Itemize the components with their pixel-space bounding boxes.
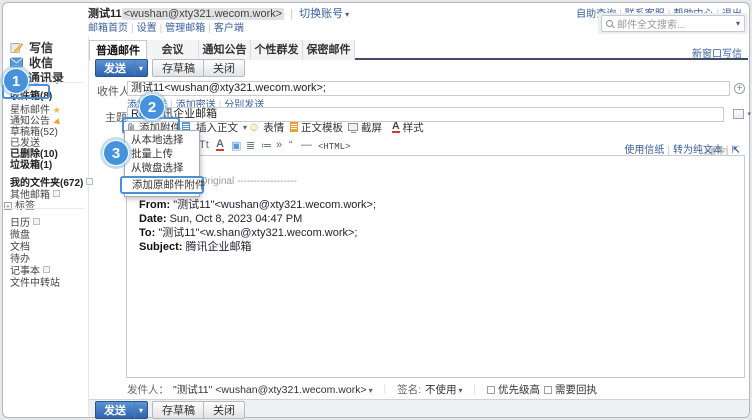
compose-tabbar: 普通邮件 会议 通知公告 个性群发 保密邮件 (89, 40, 748, 60)
menu-item-original-attachments[interactable]: 添加原邮件附件 (120, 176, 204, 194)
screenshot-button[interactable]: 截屏 (348, 120, 382, 134)
screen-capture-icon (348, 123, 358, 131)
menu-item-from-drive[interactable]: 从微盘选择 (125, 161, 199, 175)
sidebar-folder-junk[interactable]: 垃圾箱(1) (10, 156, 52, 171)
notes-manage-icon (43, 266, 50, 273)
folder-manage-icon (86, 178, 93, 185)
insert-body-button[interactable]: 插入正文 (196, 120, 247, 134)
mailbox-manage-icon (53, 190, 60, 197)
sidebar-app-file-transfer[interactable]: 文件中转站 (10, 274, 60, 289)
priority-option[interactable]: 优先级高 (487, 382, 540, 397)
calendar-manage-icon (33, 218, 40, 225)
to-label: 收件人 (97, 83, 130, 99)
close-button-bottom[interactable]: 关闭 (203, 401, 245, 419)
sidebar-tags[interactable]: +标签 (4, 197, 35, 212)
receipt-checkbox[interactable] (544, 386, 552, 394)
send-dropdown-icon[interactable] (134, 60, 147, 76)
nav-home-link[interactable]: 邮箱首页 (88, 23, 128, 34)
quote-to-line: To: "测试11"<w.shan@xty321.wecom.work>; (139, 226, 376, 240)
to-input[interactable]: 测试11<wushan@xty321.wecom.work>; (127, 81, 730, 96)
stationery-picker-icon[interactable] (733, 109, 744, 119)
tab-confidential-mail[interactable]: 保密邮件 (303, 40, 355, 60)
nav-client-link[interactable]: 客户端 (214, 23, 244, 34)
send-dropdown-icon-bottom[interactable] (134, 402, 147, 418)
add-contact-icon[interactable]: + (734, 83, 745, 94)
editor-links: 使用信纸|转为纯文本|⇱ (624, 141, 740, 156)
emoji-button[interactable]: ☺表情 (248, 120, 284, 134)
quote-subject-line: Subject: 腾讯企业邮箱 (139, 240, 376, 254)
smiley-icon: ☺ (248, 122, 260, 132)
from-selector[interactable]: "测试11" <wushan@xty321.wecom.work> (173, 382, 373, 397)
message-body-editor[interactable]: ------------------ Original ------------… (126, 155, 745, 378)
step-badge-3: 3 (103, 140, 129, 166)
sidebar-separator-2 (4, 208, 84, 209)
font-size-icon[interactable]: Tt (199, 139, 209, 151)
nav-settings-link[interactable]: 设置 (137, 23, 157, 34)
inbox-mail-icon (10, 57, 23, 68)
attachment-dropdown-menu: 从本地选择 批量上传 从微盘选择 添加原邮件附件 (124, 130, 200, 197)
quote-date-line: Date: Sun, Oct 8, 2023 04:47 PM (139, 212, 376, 226)
signature-selector[interactable]: 不使用 (425, 382, 463, 397)
compose-icon (10, 41, 23, 54)
orange-doc-icon (290, 122, 298, 132)
send-button-top[interactable]: 发送 (95, 59, 148, 77)
menu-item-batch-upload[interactable]: 批量上传 (125, 147, 199, 161)
tab-announcement[interactable]: 通知公告 (199, 40, 251, 60)
step-badge-2: 2 (139, 94, 165, 120)
close-button-top[interactable]: 关闭 (203, 59, 245, 77)
indent-icon[interactable]: » (276, 139, 282, 151)
signature-label: 签名: (397, 382, 421, 397)
style-button[interactable]: A样式 (392, 120, 424, 134)
insert-body-dropdown-icon (241, 121, 247, 133)
save-draft-button-top[interactable]: 存草稿 (152, 59, 205, 77)
search-input[interactable]: 邮件全文搜索... (601, 15, 745, 32)
insert-image-icon[interactable]: ▣ (231, 139, 241, 152)
receipt-option[interactable]: 需要回执 (544, 382, 597, 397)
quote-from-line: From: "测试11"<wushan@xty321.wecom.work>; (139, 198, 376, 212)
font-color-icon[interactable]: A (216, 140, 224, 151)
search-icon (606, 20, 613, 27)
header-nav: 邮箱首页|设置|管理邮箱|客户端 (88, 19, 244, 34)
menu-item-local-file[interactable]: 从本地选择 (125, 133, 199, 147)
quoted-message: From: "测试11"<wushan@xty321.wecom.work>; … (139, 198, 376, 254)
send-button-bottom[interactable]: 发送 (95, 401, 148, 419)
quote-icon[interactable]: “ (289, 139, 293, 151)
nav-admin-link[interactable]: 管理邮箱 (165, 23, 205, 34)
step-badge-1: 1 (3, 68, 29, 94)
divider-icon[interactable]: — (301, 139, 312, 151)
search-placeholder: 邮件全文搜索... (617, 16, 734, 31)
tab-personalized-mass[interactable]: 个性群发 (251, 40, 303, 60)
tab-meeting[interactable]: 会议 (147, 40, 199, 60)
html-source-toggle[interactable]: <HTML> (318, 142, 350, 152)
new-window-compose-link[interactable]: 新窗口写信 (692, 49, 742, 60)
search-panel: 邮件全文搜索... (598, 13, 748, 34)
sidebar-divider (88, 36, 89, 416)
tab-normal-mail[interactable]: 普通邮件 (89, 40, 147, 60)
font-style-icon: A (392, 122, 400, 133)
switch-account-link[interactable]: 切换账号 (299, 8, 349, 20)
priority-checkbox[interactable] (487, 386, 495, 394)
from-label: 发件人： (127, 382, 169, 397)
align-icon[interactable]: ≣ (246, 139, 255, 152)
search-scope-dropdown-icon[interactable] (734, 18, 740, 29)
sender-options-row: 发件人： "测试11" <wushan@xty321.wecom.work> ｜… (127, 382, 597, 396)
save-draft-button-bottom[interactable]: 存草稿 (152, 401, 205, 419)
template-button[interactable]: 正文模板 (290, 120, 343, 134)
list-icon[interactable]: ≔ (261, 139, 272, 152)
